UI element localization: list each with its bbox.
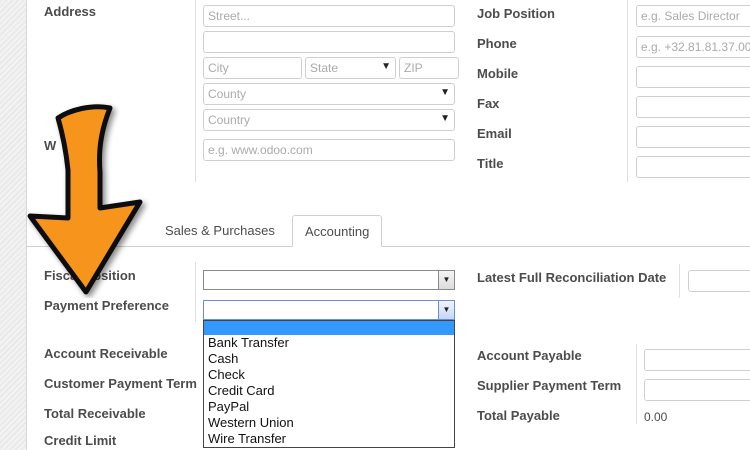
orange-arrow-icon (27, 104, 143, 295)
address-separator (195, 0, 196, 182)
accounting-separator (195, 262, 196, 322)
county-placeholder: County (208, 87, 247, 101)
reconciliation-date-input[interactable] (688, 270, 750, 292)
phone-label: Phone (477, 36, 517, 51)
dropdown-option[interactable]: Wire Transfer (204, 431, 454, 447)
total-receivable-label: Total Receivable (44, 406, 146, 421)
job-position-label: Job Position (477, 6, 555, 21)
address-label: Address (44, 4, 97, 19)
account-payable-input[interactable] (644, 349, 750, 371)
dropdown-option[interactable]: Check (204, 367, 454, 383)
dropdown-option[interactable]: Western Union (204, 415, 454, 431)
account-receivable-label: Account Receivable (44, 346, 168, 361)
latest-reconciliation-label: Latest Full Reconciliation Date (477, 270, 667, 285)
city-input[interactable]: City (203, 57, 302, 79)
fax-input[interactable] (636, 96, 750, 118)
street-input[interactable]: Street... (203, 5, 455, 27)
fiscal-position-select[interactable]: ▼ (203, 270, 455, 290)
email-label: Email (477, 126, 512, 141)
state-placeholder: State (310, 61, 339, 75)
dropdown-option[interactable]: Cash (204, 351, 454, 367)
country-select[interactable]: Country ▼ (203, 109, 455, 131)
supplier-payment-term-input[interactable] (644, 379, 750, 401)
payment-preference-select[interactable]: ▼ (203, 300, 455, 320)
supplier-payment-term-label: Supplier Payment Term (477, 378, 622, 393)
chevron-down-icon: ▼ (440, 113, 450, 124)
dropdown-option-empty[interactable] (204, 321, 454, 335)
fax-label: Fax (477, 96, 500, 111)
tab-sales-purchases[interactable]: Sales & Purchases (153, 215, 287, 246)
job-position-input[interactable]: e.g. Sales Director (636, 5, 750, 27)
chevron-down-icon: ▼ (440, 87, 450, 98)
payment-preference-dropdown[interactable]: Bank Transfer Cash Check Credit Card Pay… (203, 320, 455, 448)
website-input[interactable]: e.g. www.odoo.com (203, 139, 455, 161)
mobile-label: Mobile (477, 66, 519, 81)
credit-limit-label: Credit Limit (44, 433, 117, 448)
dropdown-option[interactable]: PayPal (204, 399, 454, 415)
dropdown-option[interactable]: Bank Transfer (204, 335, 454, 351)
contact-separator (627, 0, 628, 182)
state-select[interactable]: State ▼ (305, 57, 396, 79)
chevron-down-icon: ▼ (438, 301, 454, 319)
chevron-down-icon: ▼ (438, 271, 454, 289)
title-select[interactable] (636, 156, 750, 178)
payable-separator (636, 344, 637, 424)
payment-preference-label: Payment Preference (44, 298, 170, 313)
county-select[interactable]: County ▼ (203, 83, 455, 105)
email-input[interactable] (636, 126, 750, 148)
title-label: Title (477, 156, 504, 171)
chevron-down-icon: ▼ (381, 61, 391, 72)
total-payable-value: 0.00 (644, 410, 668, 424)
street2-input[interactable] (203, 31, 455, 53)
zip-input[interactable]: ZIP (399, 57, 459, 79)
phone-input[interactable]: e.g. +32.81.81.37.00 (636, 36, 750, 58)
account-payable-label: Account Payable (477, 348, 582, 363)
mobile-input[interactable] (636, 66, 750, 88)
total-payable-label: Total Payable (477, 408, 560, 423)
dropdown-option[interactable]: Credit Card (204, 383, 454, 399)
country-placeholder: Country (208, 113, 251, 127)
reconciliation-separator (679, 264, 680, 298)
customer-payment-term-label: Customer Payment Term (44, 376, 197, 391)
tab-accounting[interactable]: Accounting (292, 215, 383, 247)
